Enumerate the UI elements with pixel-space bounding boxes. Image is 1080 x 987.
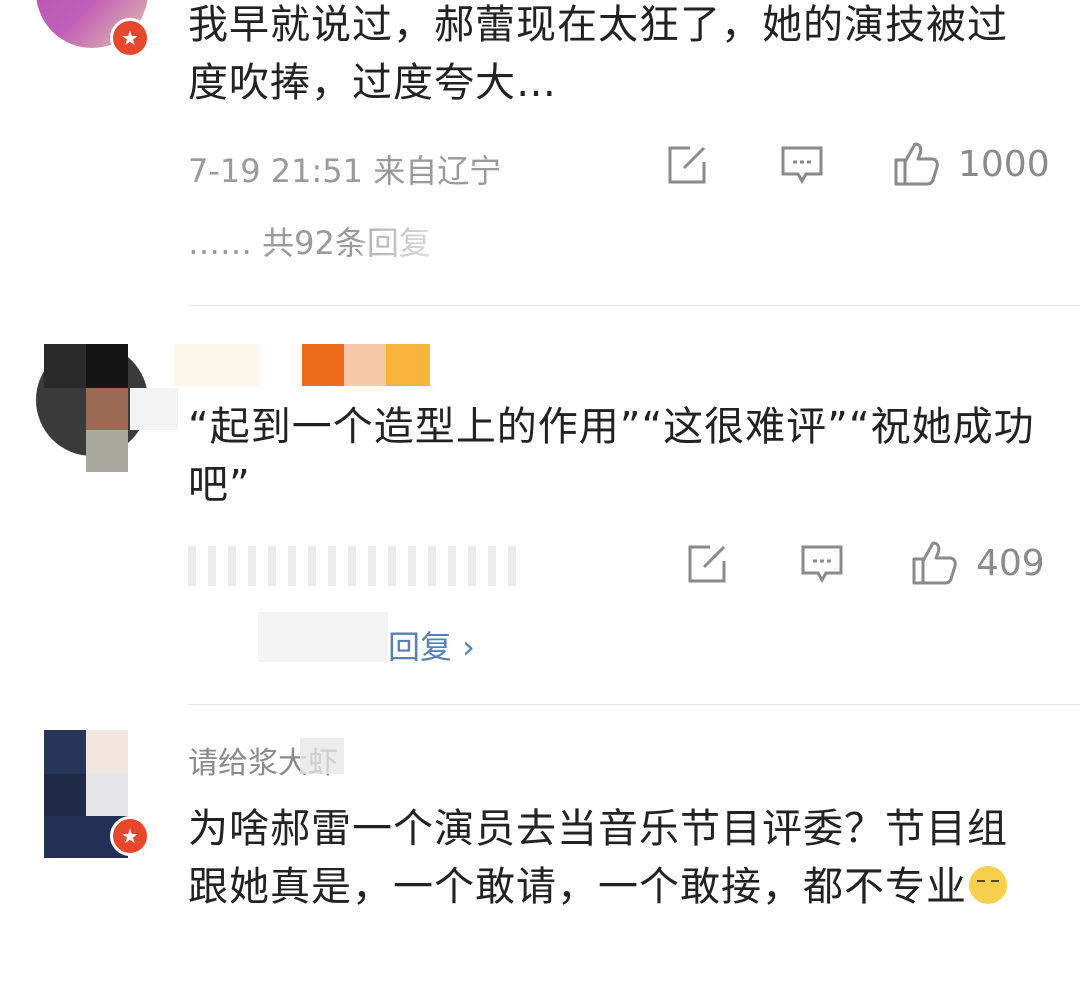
blur-mosaic	[86, 730, 128, 774]
like-button[interactable]: 409	[910, 539, 1045, 587]
comment-time-location: 7-19 21:51 来自辽宁	[188, 152, 502, 190]
blur-mosaic	[44, 344, 86, 388]
like-count: 1000	[958, 143, 1050, 185]
avatar[interactable]	[44, 730, 86, 774]
blur-mosaic	[86, 430, 128, 472]
like-count: 409	[976, 542, 1045, 584]
comment-icon	[781, 146, 823, 185]
username-mosaic	[386, 344, 430, 386]
share-edit-icon	[688, 545, 726, 583]
username-mosaic	[300, 738, 344, 774]
blur-mosaic	[86, 344, 128, 388]
meta-mosaic	[188, 546, 520, 586]
replies-mosaic	[258, 612, 388, 662]
thumb-up-icon	[894, 142, 939, 186]
comment-icon	[801, 545, 843, 584]
comment-text: “起到一个造型上的作用”“这很难评”“祝她成功吧”	[188, 404, 1035, 508]
username-mosaic	[344, 344, 386, 386]
blur-mosaic	[86, 774, 128, 816]
share-edit-icon	[668, 146, 706, 184]
comment-text-body: 为啥郝雷一个演员去当音乐节目评委？节目组跟她真是，一个敢请，一个敢接，都不专业	[188, 806, 1008, 910]
blur-mosaic	[86, 388, 128, 430]
comment-button[interactable]	[800, 543, 844, 585]
comment-button[interactable]	[780, 144, 824, 186]
share-button[interactable]	[686, 543, 728, 585]
smirk-emoji-icon	[969, 866, 1007, 904]
divider	[188, 305, 1080, 306]
comment-text: 我早就说过，郝蕾现在太狂了，她的演技被过度吹捧，过度夸大…	[188, 2, 1008, 106]
thumb-up-icon	[912, 541, 957, 585]
comment-text: 为啥郝雷一个演员去当音乐节目评委？节目组跟她真是，一个敢请，一个敢接，都不专业	[188, 800, 1048, 916]
like-button[interactable]: 1000	[892, 140, 1050, 188]
blur-mosaic	[130, 388, 178, 430]
view-replies-link[interactable]: 回复 ›	[388, 622, 475, 668]
share-button[interactable]	[666, 144, 708, 186]
username-mosaic	[174, 344, 260, 386]
verified-star-badge-icon: ★	[110, 18, 150, 58]
username-mosaic	[302, 344, 344, 386]
blur-mosaic	[360, 222, 480, 266]
blur-mosaic	[44, 774, 86, 816]
divider	[188, 704, 1080, 705]
verified-star-badge-icon: ★	[110, 816, 150, 856]
